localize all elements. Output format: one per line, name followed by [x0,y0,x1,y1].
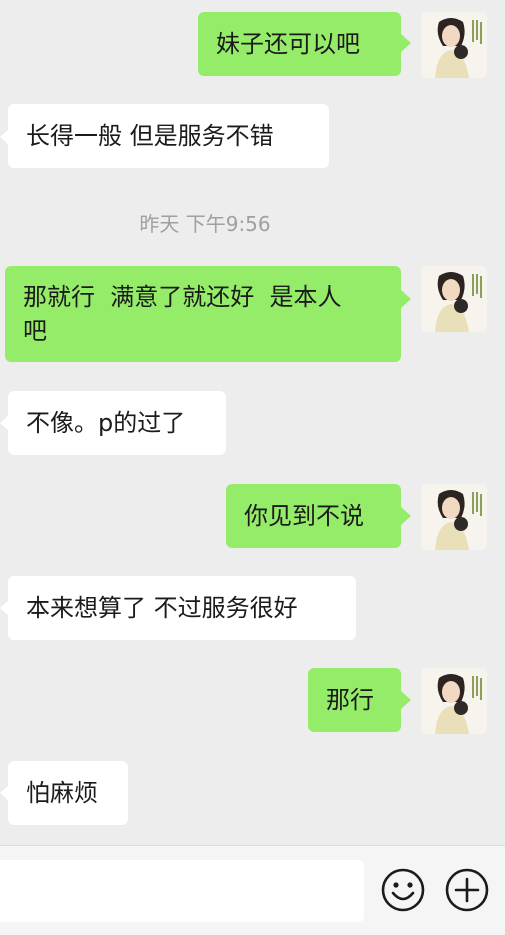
bubble-tail [401,34,411,52]
message-bubble-sent[interactable]: 那行 [308,668,401,732]
bubble-tail [401,290,411,308]
avatar-illustration [421,484,487,550]
input-bar [0,845,505,935]
emoji-button[interactable] [380,867,426,913]
avatar[interactable] [421,668,487,734]
more-button[interactable] [444,867,490,913]
message-timestamp: 昨天 下午9:56 [139,212,271,236]
avatar-illustration [421,266,487,332]
avatar[interactable] [421,12,487,78]
emoji-icon [381,868,425,912]
message-bubble-sent[interactable]: 那就行 满意了就还好 是本人 吧 [5,266,401,362]
message-bubble-received[interactable]: 长得一般 但是服务不错 [8,104,329,168]
message-bubble-received[interactable]: 不像。p的过了 [8,391,226,455]
avatar-illustration [421,668,487,734]
avatar[interactable] [421,266,487,332]
message-bubble-received[interactable]: 怕麻烦 [8,761,128,825]
bubble-tail [401,691,411,709]
message-bubble-sent[interactable]: 你见到不说 [226,484,401,548]
avatar[interactable] [421,484,487,550]
bubble-tail [401,507,411,525]
plus-icon [445,868,489,912]
message-bubble-received[interactable]: 本来想算了 不过服务很好 [8,576,356,640]
message-input[interactable] [0,860,364,922]
message-bubble-sent[interactable]: 妹子还可以吧 [198,12,401,76]
chat-area: 妹子还可以吧 长得一般 但是服务不错 昨天 下午9:56 那就行 满意了就还好 … [0,0,505,845]
avatar-illustration [421,12,487,78]
